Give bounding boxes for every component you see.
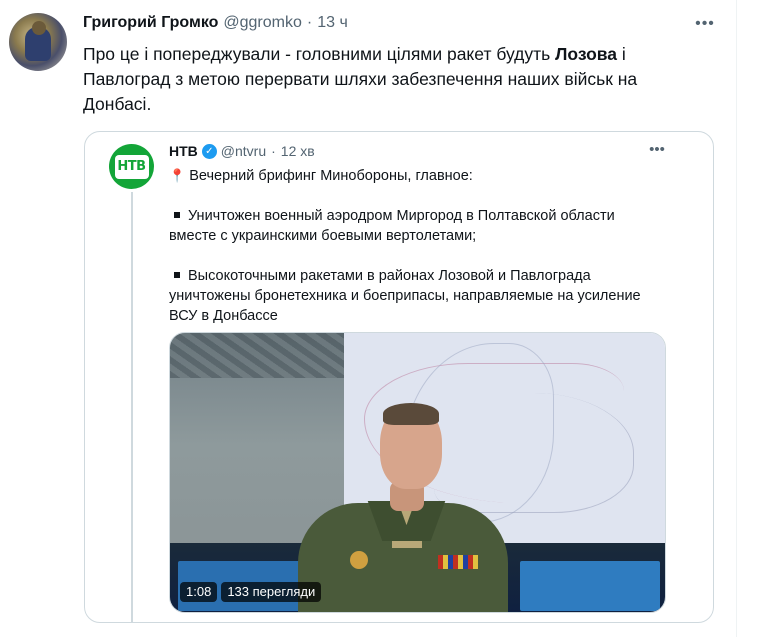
officer-hair	[383, 403, 439, 425]
video-player[interactable]: 1:08 133 перегляди	[169, 332, 666, 613]
avatar-head	[32, 21, 46, 35]
bullet1-line2: вместе с украинскими боевыми вертолетами…	[169, 228, 477, 244]
author-avatar[interactable]	[9, 13, 67, 71]
separator-dot: ·	[306, 14, 313, 31]
bullet2-line2: уничтожены бронетехника и боеприпасы, на…	[169, 288, 641, 304]
column-divider	[736, 0, 737, 637]
ntv-avatar[interactable]: НТВ	[109, 144, 154, 189]
quoted-tweet-card[interactable]: НТВ НТВ ✓ @ntvru · 12 хв ••• 📍 Вечерний …	[84, 131, 714, 623]
bullet2-line1: Высокоточными ракетами в районах Лозовой…	[188, 268, 591, 284]
ntv-logo-icon: НТВ	[114, 154, 149, 179]
bullet1-line1: Уничтожен военный аэродром Миргород в По…	[188, 208, 615, 224]
quoted-tweet-text: 📍 Вечерний брифинг Минобороны, главное: …	[169, 166, 689, 326]
tweet-text-part1: Про це і попереджували - головними цілям…	[83, 44, 556, 64]
tweet-text: Про це і попереджували - головними цілям…	[83, 42, 703, 117]
separator-dot: ·	[271, 143, 276, 159]
officer-badge	[350, 551, 368, 569]
briefing-heading: Вечерний брифинг Минобороны, главное:	[189, 168, 473, 184]
tweet-text-bold: Лозова	[555, 44, 618, 64]
video-duration: 1:08	[180, 582, 218, 602]
tweet-timestamp[interactable]: 13 ч	[317, 14, 348, 32]
bullet2-line3: ВСУ в Донбассе	[169, 308, 278, 324]
thread-line	[131, 192, 133, 622]
author-handle[interactable]: @ggromko	[223, 14, 302, 32]
officer-medal-ribbons	[438, 555, 478, 569]
quoted-tweet-timestamp[interactable]: 12 хв	[281, 143, 315, 159]
round-pushpin-icon: 📍	[169, 168, 186, 183]
bullet-icon	[174, 272, 180, 279]
quoted-author-handle[interactable]: @ntvru	[221, 143, 266, 159]
video-info-overlay: 1:08 133 перегляди	[180, 582, 322, 602]
quoted-author-name[interactable]: НТВ	[169, 143, 198, 159]
video-screen-right	[520, 561, 660, 611]
text-line: Уничтожен военный аэродром Миргород в По…	[169, 206, 689, 226]
text-line: Высокоточными ракетами в районах Лозовой…	[169, 266, 689, 286]
tweet-header: Григорий Громко @ggromko · 13 ч	[83, 14, 348, 32]
author-name[interactable]: Григорий Громко	[83, 14, 218, 32]
video-view-count: 133 перегляди	[221, 582, 322, 602]
more-options-icon[interactable]: •••	[693, 14, 717, 34]
verified-badge-icon: ✓	[201, 143, 217, 159]
quoted-more-options-icon[interactable]: •••	[645, 140, 669, 158]
text-line: 📍 Вечерний брифинг Минобороны, главное:	[169, 166, 689, 186]
quoted-tweet-header: НТВ ✓ @ntvru · 12 хв	[169, 143, 315, 159]
bullet-icon	[174, 212, 180, 219]
